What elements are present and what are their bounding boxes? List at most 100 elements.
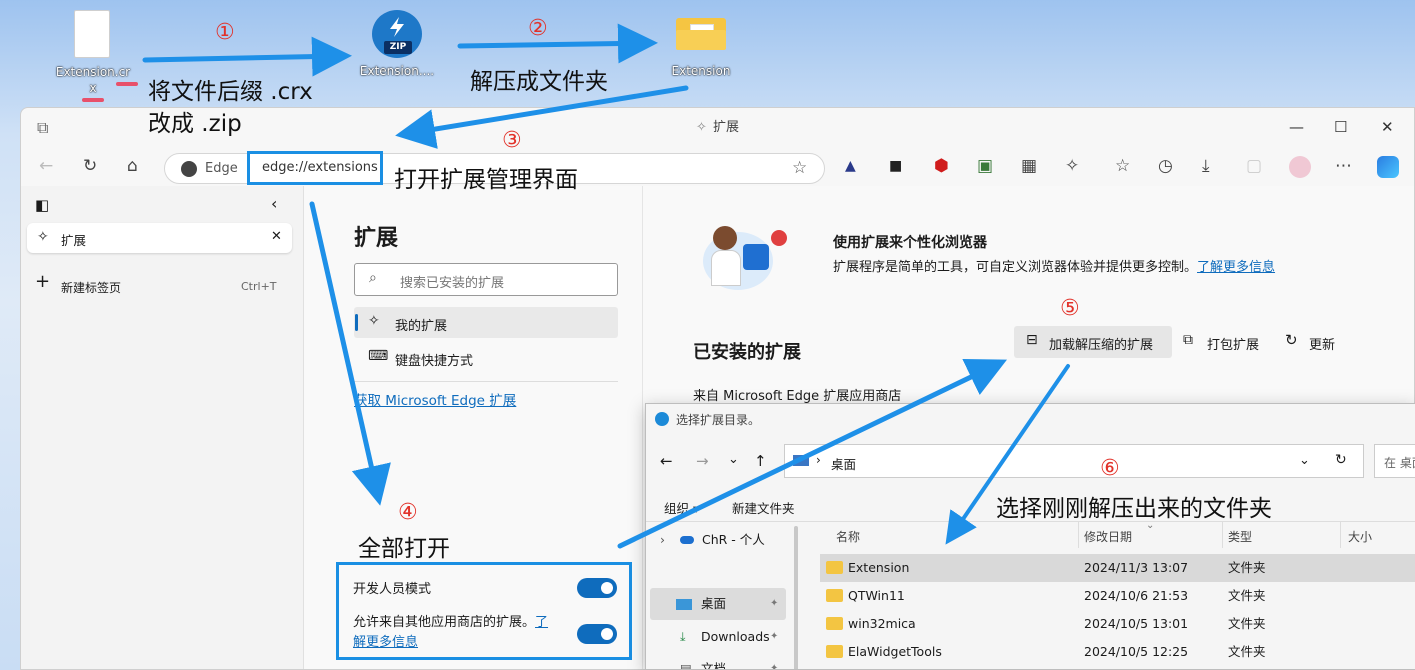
pin-icon: ✦: [770, 663, 779, 670]
learn-more-link[interactable]: 了: [535, 615, 548, 630]
allow-other-stores-label: 允许来自其他应用商店的扩展。了 解更多信息: [353, 615, 549, 650]
column-header-size[interactable]: 大小: [1348, 528, 1372, 545]
extension-b-icon[interactable]: ■: [889, 158, 902, 174]
get-extensions-link[interactable]: 获取 Microsoft Edge 扩展: [354, 389, 516, 409]
extension-puzzle-icon: ✧: [37, 229, 49, 245]
table-row[interactable]: ElaWidgetTools 2024/10/5 12:25 文件夹: [820, 638, 1415, 666]
column-header-date[interactable]: 修改日期: [1084, 528, 1132, 545]
pack-extension-button[interactable]: ⧉ 打包扩展: [1183, 326, 1273, 358]
folder-picker-dialog: 选择扩展目录。 ← → ⌄ ↑ › 桌面 ⌄ ↻ 在 桌面 组织 ▾ 新建文件夹…: [645, 403, 1415, 670]
archive-icon: ⊟: [1026, 332, 1038, 348]
crx-file-label: Extension.cr x: [55, 65, 131, 95]
download-icon: ⤓: [680, 629, 686, 644]
nav-item-keyboard-shortcuts[interactable]: ⌨ 键盘快捷方式: [354, 342, 618, 373]
qr-code-icon[interactable]: ▦: [1021, 156, 1037, 176]
refresh-icon[interactable]: ↻: [1335, 452, 1347, 468]
step2-caption: 解压成文件夹: [470, 69, 608, 95]
table-row[interactable]: win32mica 2024/10/5 13:01 文件夹: [820, 610, 1415, 638]
folder-icon[interactable]: [676, 18, 726, 50]
pin-icon: ✦: [770, 631, 779, 642]
history-icon[interactable]: ◷: [1158, 156, 1173, 176]
folder-icon: [826, 589, 843, 602]
refresh-icon[interactable]: ↻: [83, 156, 97, 176]
learn-more-link[interactable]: 解更多信息: [353, 635, 418, 650]
update-button[interactable]: ↻ 更新: [1285, 326, 1355, 358]
back-icon[interactable]: ←: [660, 452, 673, 470]
downloads-icon[interactable]: ⤓: [1202, 156, 1210, 176]
dev-mode-toggle[interactable]: [577, 578, 617, 598]
step-number-3: ③: [502, 128, 522, 153]
installed-heading: 已安装的扩展: [693, 342, 801, 363]
extension-puzzle-icon: ✧: [696, 120, 707, 135]
forward-icon[interactable]: →: [696, 452, 709, 470]
path-dropdown-icon[interactable]: ⌄: [1299, 453, 1310, 468]
path-text: 桌面: [831, 457, 857, 472]
plus-icon: +: [35, 271, 51, 292]
tab-extensions[interactable]: ✧ 扩展 ✕: [27, 223, 292, 253]
extensions-icon[interactable]: ✧: [1065, 156, 1079, 176]
collections-icon[interactable]: ▢: [1246, 156, 1262, 176]
up-icon[interactable]: ↑: [754, 452, 767, 470]
column-header-name[interactable]: 名称: [836, 528, 860, 545]
extension-puzzle-icon: ✧: [368, 313, 380, 329]
search-icon: ⌕: [369, 270, 377, 286]
bolt-icon: [390, 17, 404, 37]
dev-mode-label: 开发人员模式: [353, 582, 432, 597]
folder-icon: [826, 617, 843, 630]
search-input[interactable]: ⌕ 搜索已安装的扩展: [354, 263, 618, 296]
download-helper-icon[interactable]: ▣: [977, 156, 993, 176]
step-number-5: ⑤: [1060, 296, 1080, 321]
tree-item-documents[interactable]: ▤ 文档 ✦: [650, 654, 786, 670]
tree-scrollbar[interactable]: [794, 526, 798, 669]
pin-icon: ✦: [770, 598, 779, 609]
step4-caption: 全部打开: [358, 536, 450, 562]
tree-item-onedrive[interactable]: › ChR - 个人: [646, 526, 791, 554]
nav-item-my-extensions[interactable]: ✧ 我的扩展: [354, 307, 618, 338]
folder-icon: [826, 561, 843, 574]
step3-caption: 打开扩展管理界面: [394, 167, 578, 193]
close-tab-icon[interactable]: ✕: [271, 229, 282, 244]
promo-text: 扩展程序是简单的工具，可自定义浏览器体验并提供更多控制。了解更多信息: [833, 260, 1276, 275]
dialog-search-input[interactable]: 在 桌面: [1374, 444, 1415, 478]
table-row[interactable]: QTWin11 2024/10/6 21:53 文件夹: [820, 582, 1415, 610]
url-text: edge://extensions: [262, 160, 378, 175]
allow-other-stores-toggle[interactable]: [577, 624, 617, 644]
page-heading: 扩展: [354, 226, 399, 251]
profile-avatar[interactable]: [1289, 156, 1311, 178]
favorites-icon[interactable]: ☆: [1115, 156, 1130, 176]
home-icon[interactable]: ⌂: [127, 156, 138, 176]
new-tab-label[interactable]: 新建标签页: [61, 279, 121, 296]
recent-chevron-icon[interactable]: ⌄: [728, 452, 739, 467]
folder-icon: [826, 645, 843, 658]
url-highlight-box[interactable]: edge://extensions: [247, 151, 383, 185]
copilot-icon[interactable]: [1377, 156, 1399, 178]
adblock-icon[interactable]: ⬢: [934, 156, 949, 176]
crx-file-icon[interactable]: [74, 10, 110, 58]
more-menu-icon[interactable]: ⋯: [1335, 156, 1352, 176]
minimize-button[interactable]: —: [1289, 118, 1304, 136]
learn-more-link[interactable]: 了解更多信息: [1197, 260, 1275, 275]
table-row[interactable]: Extension 2024/11/3 13:07 文件夹: [820, 554, 1415, 582]
tree-item-desktop[interactable]: 桌面 ✦: [650, 588, 786, 620]
organize-button[interactable]: 组织 ▾: [664, 498, 699, 517]
edge-logo-icon: [655, 412, 669, 426]
load-unpacked-button[interactable]: ⊟ 加载解压缩的扩展: [1014, 326, 1172, 358]
tab-label: 扩展: [61, 233, 87, 248]
tree-item-downloads[interactable]: ⤓ Downloads ✦: [650, 622, 786, 652]
sidebar-panel-icon[interactable]: ◧: [35, 196, 49, 214]
new-folder-button[interactable]: 新建文件夹: [732, 498, 795, 517]
collapse-icon[interactable]: ‹: [271, 194, 277, 213]
close-button[interactable]: ✕: [1381, 118, 1394, 136]
back-icon[interactable]: ←: [39, 156, 53, 176]
refresh-icon: ↻: [1285, 331, 1298, 349]
column-header-type[interactable]: 类型: [1228, 528, 1252, 545]
extension-a-icon[interactable]: ▲: [845, 158, 856, 174]
promo-title: 使用扩展来个性化浏览器: [833, 235, 987, 251]
star-icon[interactable]: ☆: [792, 158, 807, 178]
zip-file-icon[interactable]: ZIP: [372, 10, 422, 58]
nav-tree: › ChR - 个人 桌面 ✦ ⤓ Downloads ✦ ▤ 文档 ✦: [646, 522, 796, 670]
maximize-button[interactable]: ☐: [1334, 118, 1347, 136]
path-bar[interactable]: › 桌面 ⌄ ↻: [784, 444, 1364, 478]
zip-file-label: Extension....: [359, 64, 435, 78]
from-store-label: 来自 Microsoft Edge 扩展应用商店: [693, 389, 902, 404]
